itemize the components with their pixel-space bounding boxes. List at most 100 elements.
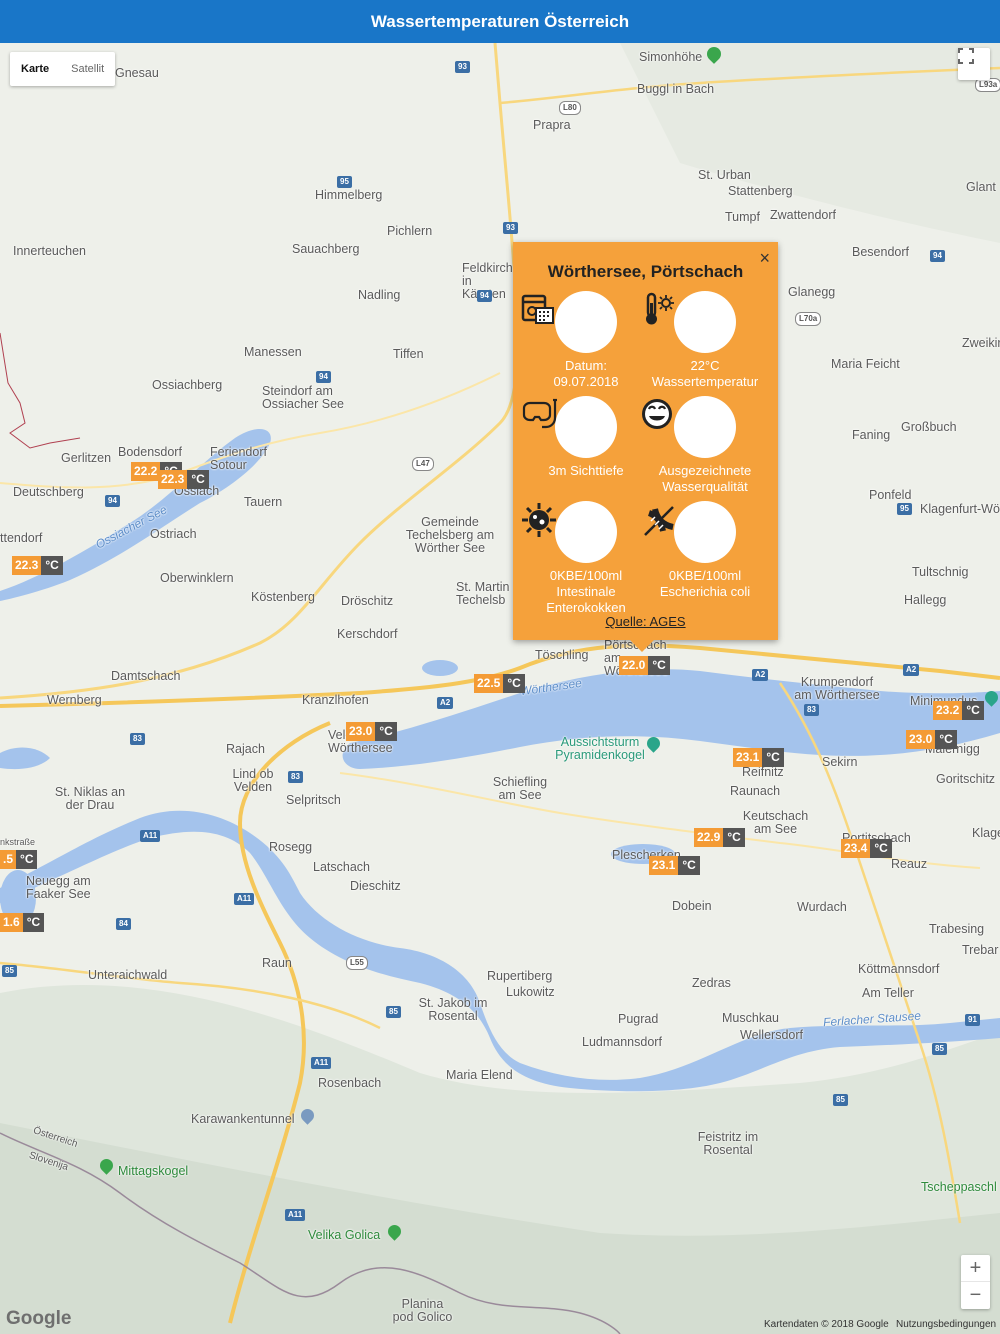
place-label: Tscheppaschl bbox=[921, 1180, 997, 1194]
bacteria-icon bbox=[522, 501, 617, 563]
temperature-marker[interactable]: 23.1 °C bbox=[649, 856, 700, 875]
road-shield: A2 bbox=[437, 697, 454, 709]
temperature-marker[interactable]: .5 °C bbox=[0, 850, 38, 869]
road-shield: A11 bbox=[234, 893, 255, 905]
place-label: Gnesau bbox=[115, 66, 159, 80]
temperature-marker[interactable]: 23.2 °C bbox=[933, 701, 984, 720]
place-label: Stattenberg bbox=[728, 184, 793, 198]
road-shield: A11 bbox=[311, 1057, 332, 1069]
place-label: Bodensdorf bbox=[118, 445, 182, 459]
place-label: Feistritz im Rosental bbox=[697, 1130, 759, 1158]
dna-icon bbox=[644, 501, 736, 563]
place-label: Sekirn bbox=[822, 755, 858, 769]
place-label: Tumpf bbox=[725, 210, 760, 224]
visibility-label: 3m Sichttiefe bbox=[548, 463, 624, 478]
temperature-marker[interactable]: 22.3 °C bbox=[158, 470, 209, 489]
place-label: Zwattendorf bbox=[770, 208, 837, 222]
temperature-marker[interactable]: 23.0 °C bbox=[346, 722, 397, 741]
place-label: Dobein bbox=[672, 899, 712, 913]
temperature-marker[interactable]: 23.0 °C bbox=[906, 730, 957, 749]
place-label: Dieschitz bbox=[350, 879, 401, 893]
temperature-marker[interactable]: 23.1 °C bbox=[733, 748, 784, 767]
terms-link[interactable]: Nutzungsbedingungen bbox=[896, 1319, 996, 1330]
road-shield: L47 bbox=[412, 457, 434, 471]
road-shield: L80 bbox=[559, 101, 581, 115]
road-shield: 83 bbox=[804, 704, 819, 716]
road-shield: 85 bbox=[386, 1006, 401, 1018]
date-value: 09.07.2018 bbox=[553, 374, 619, 389]
temperature-marker[interactable]: 23.4 °C bbox=[841, 839, 892, 858]
road-shield: 93 bbox=[503, 222, 518, 234]
zoom-in-button[interactable]: + bbox=[961, 1255, 990, 1282]
place-label: Ostriach bbox=[150, 527, 197, 541]
place-label: St. Niklas an der Drau bbox=[54, 785, 126, 813]
place-label: Simonhöhe bbox=[639, 50, 703, 64]
place-label: Gemeinde Techelsberg am Wörther See bbox=[405, 515, 495, 556]
place-label: Pichlern bbox=[387, 224, 433, 238]
info-popup: × Wörthersee, Pörtschach Datum: 09.07.201… bbox=[513, 242, 778, 652]
place-label: Pugrad bbox=[618, 1012, 659, 1026]
place-label: Gerlitzen bbox=[61, 451, 112, 465]
place-label: Maria Elend bbox=[446, 1068, 513, 1082]
poi-label: Mittagskogel bbox=[118, 1164, 189, 1178]
place-label: Köstenberg bbox=[251, 590, 315, 604]
quality-cell: Ausgezeichnete Wasserqualität bbox=[639, 396, 771, 495]
temperature-marker[interactable]: 22.5 °C bbox=[474, 674, 525, 693]
place-label: Feriendorf Sotour bbox=[210, 445, 267, 473]
road-shield: 94 bbox=[316, 371, 331, 383]
place-label: Hallegg bbox=[904, 593, 947, 607]
road-shield: 94 bbox=[930, 250, 945, 262]
date-label: Datum: bbox=[565, 358, 607, 373]
temperature-marker[interactable]: 22.3 °C bbox=[12, 556, 63, 575]
place-label: Nadling bbox=[358, 288, 401, 302]
place-label: Buggl in Bach bbox=[637, 82, 715, 96]
place-label: Planina pod Golico bbox=[392, 1297, 453, 1325]
road-shield: 85 bbox=[833, 1094, 848, 1106]
place-label: Dröschitz bbox=[341, 594, 394, 608]
ecoli-label: Escherichia coli bbox=[659, 584, 751, 599]
road-shield: A11 bbox=[285, 1209, 306, 1221]
place-label: Faning bbox=[852, 428, 891, 442]
place-label: Köttmannsdorf bbox=[858, 962, 940, 976]
popup-title: Wörthersee, Pörtschach bbox=[547, 262, 744, 281]
enterococci-line1: Intestinale bbox=[556, 584, 616, 599]
enterococci-value: 0KBE/100ml bbox=[549, 568, 623, 583]
temperature-marker[interactable]: 1.6 °C bbox=[0, 913, 45, 932]
enterococci-cell: 0KBE/100ml Intestinale Enterokokken bbox=[520, 501, 652, 616]
place-label: Innerteuchen bbox=[13, 244, 86, 258]
place-label: Keutschach am See bbox=[742, 809, 809, 837]
place-label: Zweikir bbox=[962, 336, 1000, 350]
place-label: Kranzlhofen bbox=[302, 693, 369, 707]
road-shield: 85 bbox=[2, 965, 17, 977]
place-label: Trabesing bbox=[929, 922, 985, 936]
place-label: Damtschach bbox=[111, 669, 181, 683]
temperature-marker[interactable]: 22.9 °C bbox=[694, 828, 745, 847]
place-label: Am Teller bbox=[862, 986, 914, 1000]
map-type-control: Karte Satellit bbox=[10, 52, 116, 86]
place-label: Sauachberg bbox=[292, 242, 360, 256]
place-label: Raunach bbox=[730, 784, 781, 798]
place-label: Schiefling am See bbox=[492, 775, 548, 803]
road-shield: 95 bbox=[337, 176, 352, 188]
temperature-cell: 22°C Wassertemperatur bbox=[639, 291, 771, 390]
road-shield: A2 bbox=[903, 664, 920, 676]
fullscreen-icon bbox=[958, 48, 974, 64]
map-type-satellit-button[interactable]: Satellit bbox=[60, 52, 115, 86]
map-type-karte-button[interactable]: Karte bbox=[10, 52, 60, 86]
fullscreen-button[interactable] bbox=[958, 48, 990, 80]
road-shield: L93a bbox=[975, 78, 1000, 92]
place-label: Oberwinklern bbox=[160, 571, 234, 585]
road-shield: L70a bbox=[795, 312, 822, 326]
place-label: Manessen bbox=[244, 345, 302, 359]
place-label: Trebar bbox=[962, 943, 999, 957]
place-label: Rosenbach bbox=[318, 1076, 382, 1090]
place-label: Maria Feicht bbox=[831, 357, 900, 371]
temperature-marker[interactable]: 22.0 °C bbox=[619, 656, 670, 675]
source-link[interactable]: Quelle: AGES bbox=[513, 614, 778, 629]
place-label: St. Jakob im Rosental bbox=[418, 996, 488, 1024]
map[interactable]: Gnesau Simonhöhe Buggl in Bach Prapra St… bbox=[0, 43, 1000, 1334]
zoom-out-button[interactable]: − bbox=[961, 1282, 990, 1309]
place-label: St. Urban bbox=[698, 168, 751, 182]
place-label: Rajach bbox=[226, 742, 265, 756]
place-label: Wellersdorf bbox=[740, 1028, 803, 1042]
